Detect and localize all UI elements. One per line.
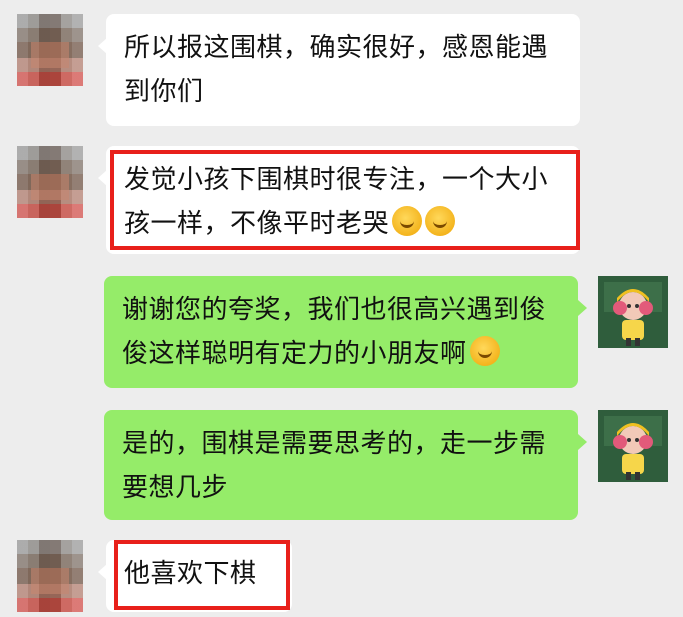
bubble-tail [578, 300, 587, 316]
user-avatar[interactable] [598, 276, 668, 348]
cartoon-girl-icon [598, 276, 668, 348]
contact-avatar[interactable] [17, 540, 83, 612]
user-avatar[interactable] [598, 410, 668, 482]
message-text: 发觉小孩下围棋时很专注，一个大小孩一样，不像平时老哭 [124, 165, 549, 239]
message-text: 是的，围棋是需要思考的，走一步需要想几步 [122, 429, 547, 503]
contact-avatar[interactable] [17, 14, 83, 86]
thinking-face-icon [392, 206, 423, 236]
message-bubble[interactable]: 他喜欢下棋 [106, 540, 292, 612]
message-text: 所以报这围棋，确实很好，感恩能遇到你们 [124, 33, 549, 107]
bubble-tail [578, 434, 587, 450]
message-text: 他喜欢下棋 [124, 559, 257, 589]
message-bubble[interactable]: 谢谢您的夸奖，我们也很高兴遇到俊俊这样聪明有定力的小朋友啊 [104, 276, 578, 388]
contact-avatar[interactable] [17, 146, 83, 218]
thinking-face-icon [425, 206, 456, 236]
message-bubble[interactable]: 所以报这围棋，确实很好，感恩能遇到你们 [106, 14, 580, 126]
message-bubble[interactable]: 是的，围棋是需要思考的，走一步需要想几步 [104, 410, 578, 520]
cartoon-girl-icon [598, 410, 668, 482]
message-bubble[interactable]: 发觉小孩下围棋时很专注，一个大小孩一样，不像平时老哭 [106, 146, 580, 254]
thinking-face-icon [469, 336, 500, 366]
